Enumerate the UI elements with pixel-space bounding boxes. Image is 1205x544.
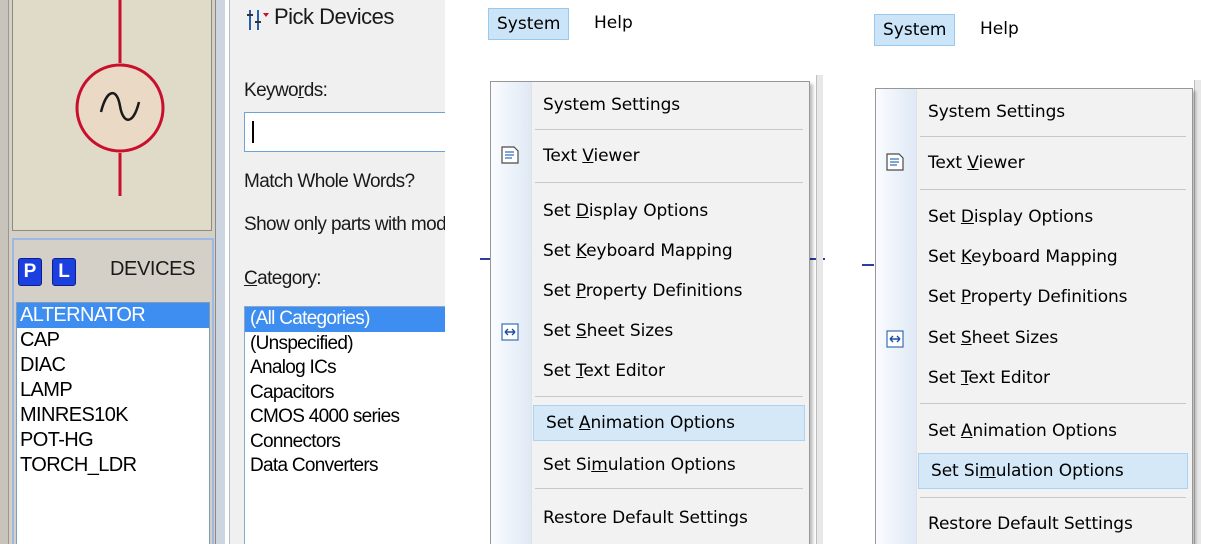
device-item-torch-ldr[interactable]: TORCH_LDR — [17, 453, 209, 478]
category-item-unspecified[interactable]: (Unspecified) — [245, 332, 445, 357]
alternator-symbol-icon — [75, 0, 165, 196]
menu-separator — [920, 497, 1186, 498]
scrollbar-edge — [816, 75, 823, 544]
category-item-all[interactable]: (All Categories) — [245, 307, 445, 332]
sheet-sizes-icon — [501, 323, 519, 341]
menu-item-text-viewer[interactable]: Text Viewer — [531, 139, 807, 173]
menu-item-set-property-definitions[interactable]: Set Property Definitions — [531, 274, 807, 308]
menu-item-set-simulation-options[interactable]: Set Simulation Options — [531, 448, 807, 482]
menu-item-set-animation-options[interactable]: Set Animation Options — [916, 414, 1190, 448]
menu-item-set-text-editor[interactable]: Set Text Editor — [531, 354, 807, 388]
device-item-alternator[interactable]: ALTERNATOR — [17, 303, 209, 328]
scrollbar-edge — [1194, 80, 1201, 544]
menu-separator — [920, 136, 1186, 137]
match-whole-words-label[interactable]: Match Whole Words? — [244, 171, 415, 193]
menu-item-set-keyboard-mapping[interactable]: Set Keyboard Mapping — [916, 240, 1190, 274]
device-preview-panel: P L DEVICES ALTERNATOR CAP DIAC LAMP MIN… — [0, 0, 225, 544]
show-only-parts-label[interactable]: Show only parts with mode — [244, 214, 445, 236]
menu-item-set-text-editor[interactable]: Set Text Editor — [916, 361, 1190, 395]
keywords-input[interactable] — [244, 112, 445, 152]
device-item-minres10k[interactable]: MINRES10K — [17, 403, 209, 428]
menu-item-set-animation-options[interactable]: Set Animation Options — [533, 405, 805, 441]
category-list[interactable]: (All Categories) (Unspecified) Analog IC… — [244, 306, 445, 544]
menu-item-set-simulation-options[interactable]: Set Simulation Options — [918, 453, 1188, 489]
devices-list[interactable]: ALTERNATOR CAP DIAC LAMP MINRES10K POT-H… — [16, 302, 210, 544]
menu-help[interactable]: Help — [972, 14, 1027, 44]
category-item-capacitors[interactable]: Capacitors — [245, 381, 445, 406]
panel-splitter[interactable] — [215, 0, 225, 544]
device-item-lamp[interactable]: LAMP — [17, 378, 209, 403]
menu-system[interactable]: System — [488, 8, 570, 40]
menu-item-text-viewer[interactable]: Text Viewer — [916, 146, 1190, 180]
devices-header: P L DEVICES — [14, 240, 212, 298]
menu-item-restore-default-settings[interactable]: Restore Default Settings — [531, 501, 807, 535]
pick-devices-icon — [247, 10, 269, 30]
category-item-cmos-4000[interactable]: CMOS 4000 series — [245, 405, 445, 430]
menu-item-restore-default-settings[interactable]: Restore Default Settings — [916, 507, 1190, 541]
menu-separator — [535, 488, 803, 489]
sheet-sizes-icon — [886, 330, 904, 348]
menu-separator — [920, 189, 1186, 190]
category-item-data-converters[interactable]: Data Converters — [245, 454, 445, 479]
category-label: Category: — [244, 268, 322, 289]
keywords-label: Keywords: — [244, 80, 328, 101]
system-dropdown: System Settings Text Viewer Set Display … — [490, 81, 810, 544]
panel-edge — [0, 0, 9, 544]
dialog-title: Pick Devices — [274, 4, 394, 29]
menu-item-system-settings[interactable]: System Settings — [531, 88, 807, 122]
menu-item-set-display-options[interactable]: Set Display Options — [916, 200, 1190, 234]
menu-system[interactable]: System — [874, 14, 956, 46]
device-item-pot-hg[interactable]: POT-HG — [17, 428, 209, 453]
menu-separator — [535, 396, 803, 397]
menu-item-system-settings[interactable]: System Settings — [916, 95, 1190, 129]
menu-item-set-property-definitions[interactable]: Set Property Definitions — [916, 280, 1190, 314]
text-viewer-icon — [886, 153, 904, 171]
menu-bar: System Help — [480, 0, 825, 40]
menu-bar: System Help — [862, 0, 1205, 46]
text-caret — [252, 121, 254, 143]
text-viewer-icon — [501, 146, 519, 164]
menu-item-set-sheet-sizes[interactable]: Set Sheet Sizes — [916, 321, 1190, 355]
component-preview — [12, 0, 212, 231]
system-dropdown: System Settings Text Viewer Set Display … — [875, 88, 1193, 544]
menu-separator — [920, 403, 1186, 404]
system-menu-screenshot-b: System Help System Settings Text Viewer … — [862, 0, 1205, 544]
devices-title: DEVICES — [110, 258, 196, 280]
device-item-diac[interactable]: DIAC — [17, 353, 209, 378]
schematic-line — [862, 264, 874, 266]
menu-separator — [535, 182, 803, 183]
category-item-analog-ics[interactable]: Analog ICs — [245, 356, 445, 381]
system-menu-screenshot-a: System Help System Settings Text Viewer … — [480, 0, 825, 544]
menu-item-set-display-options[interactable]: Set Display Options — [531, 194, 807, 228]
pick-from-library-button[interactable]: P — [18, 258, 42, 286]
devices-panel: P L DEVICES ALTERNATOR CAP DIAC LAMP MIN… — [12, 238, 214, 544]
category-item-connectors[interactable]: Connectors — [245, 430, 445, 455]
menu-item-set-sheet-sizes[interactable]: Set Sheet Sizes — [531, 314, 807, 348]
library-manager-button[interactable]: L — [52, 258, 76, 286]
menu-help[interactable]: Help — [586, 8, 641, 38]
device-item-cap[interactable]: CAP — [17, 328, 209, 353]
menu-separator — [535, 129, 803, 130]
menu-item-set-keyboard-mapping[interactable]: Set Keyboard Mapping — [531, 234, 807, 268]
pick-devices-dialog: Pick Devices Keywords: Match Whole Words… — [229, 0, 445, 544]
